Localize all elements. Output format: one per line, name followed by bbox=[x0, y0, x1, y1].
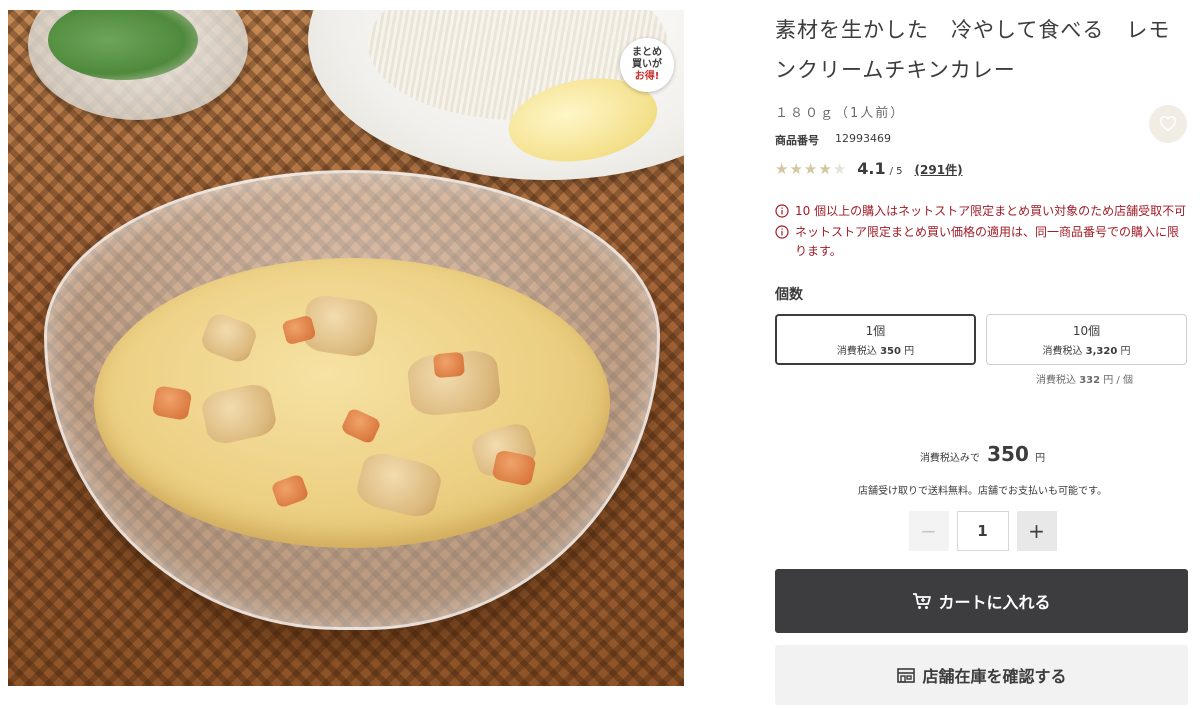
heart-icon bbox=[1159, 116, 1177, 132]
favorite-button[interactable] bbox=[1149, 105, 1187, 143]
star-empty-icon: ★ bbox=[832, 160, 848, 178]
badge-line-accent: お得! bbox=[634, 71, 660, 82]
option-price-value: 350 bbox=[880, 346, 901, 357]
quantity-option-1[interactable]: 1個 消費税込 350 円 bbox=[775, 314, 976, 365]
add-to-cart-label: カートに入れる bbox=[938, 593, 1051, 612]
option-price-unit: 円 bbox=[1120, 346, 1131, 357]
product-code-label: 商品番号 bbox=[775, 134, 819, 147]
per-unit-value: 332 bbox=[1079, 375, 1101, 386]
star-filled-icon: ★ bbox=[789, 160, 804, 178]
decrement-button[interactable]: − bbox=[908, 511, 949, 551]
check-store-stock-button[interactable]: 店舗在庫を確認する bbox=[775, 645, 1188, 705]
rating-score: 4.1 bbox=[857, 159, 886, 178]
option-price-prefix: 消費税込 bbox=[1042, 346, 1083, 357]
option-price-value: 3,320 bbox=[1085, 346, 1118, 357]
rating-row: ★★★★★ 4.1 / 5 (291件) bbox=[775, 159, 1190, 178]
star-filled-icon: ★ bbox=[803, 160, 819, 178]
badge-line: まとめ bbox=[632, 47, 662, 58]
star-filled-icon: ★ bbox=[818, 160, 833, 178]
rating-out-of: / 5 bbox=[889, 166, 903, 177]
review-count-link[interactable]: (291件) bbox=[915, 161, 963, 178]
bulk-deal-badge: まとめ 買いが お得! bbox=[620, 38, 674, 92]
option-price-unit: 円 bbox=[904, 346, 915, 357]
option-name: 1個 bbox=[865, 324, 886, 338]
add-to-cart-button[interactable]: カートに入れる bbox=[775, 569, 1188, 633]
per-unit-price: 消費税込 332 円 / 個 bbox=[775, 371, 1190, 386]
product-title: 素材を生かした 冷やして食べる レモンクリームチキンカレー bbox=[775, 18, 1171, 82]
quantity-stepper: − 1 + bbox=[775, 511, 1190, 551]
per-unit-suffix: 円 / 個 bbox=[1103, 375, 1133, 386]
carrot-piece bbox=[340, 407, 382, 445]
notice-text: 10 個以上の購入はネットストア限定まとめ買い対象のため店舗受取不可 bbox=[795, 204, 1187, 218]
pickup-note: 店舗受け取りで送料無料。店舗でお支払いも可能です。 bbox=[858, 486, 1107, 497]
cart-icon bbox=[913, 593, 932, 609]
quantity-input[interactable]: 1 bbox=[956, 511, 1009, 551]
chicken-chunk bbox=[199, 381, 279, 447]
carrot-piece bbox=[270, 473, 310, 509]
total-price: 消費税込みで 350 円 bbox=[775, 442, 1190, 466]
quantity-label: 個数 bbox=[775, 287, 803, 303]
product-info: 素材を生かした 冷やして食べる レモンクリームチキンカレー １８０ｇ（1人前） … bbox=[775, 10, 1190, 705]
product-code-row: 商品番号 12993469 bbox=[775, 132, 1190, 148]
product-code: 12993469 bbox=[835, 132, 891, 145]
chicken-chunk bbox=[198, 310, 260, 366]
check-store-stock-label: 店舗在庫を確認する bbox=[922, 667, 1067, 686]
notice-list: 10 個以上の購入はネットストア限定まとめ買い対象のため店舗受取不可 ネットスト… bbox=[775, 202, 1190, 261]
star-filled-icon: ★ bbox=[775, 160, 790, 178]
product-weight: １８０ｇ（1人前） bbox=[775, 106, 906, 121]
price-value: 350 bbox=[987, 442, 1029, 466]
notice-text: ネットストア限定まとめ買い価格の適用は、同一商品番号での購入に限ります。 bbox=[795, 225, 1180, 258]
info-icon bbox=[775, 225, 789, 239]
notice-item: ネットストア限定まとめ買い価格の適用は、同一商品番号での購入に限ります。 bbox=[775, 223, 1190, 261]
price-unit: 円 bbox=[1035, 453, 1046, 464]
notice-item: 10 個以上の購入はネットストア限定まとめ買い対象のため店舗受取不可 bbox=[775, 202, 1190, 221]
carrot-piece bbox=[433, 351, 465, 379]
info-icon bbox=[775, 204, 789, 218]
option-price-prefix: 消費税込 bbox=[836, 346, 877, 357]
product-image: まとめ 買いが お得! bbox=[8, 10, 684, 686]
curry-graphic bbox=[94, 258, 610, 548]
carrot-piece bbox=[151, 385, 193, 421]
quantity-option-10[interactable]: 10個 消費税込 3,320 円 bbox=[986, 314, 1187, 365]
quantity-options: 1個 消費税込 350 円 10個 消費税込 3,320 円 bbox=[775, 314, 1190, 365]
option-price: 消費税込 3,320 円 bbox=[1042, 342, 1130, 357]
badge-line: 買いが bbox=[632, 59, 662, 70]
price-prefix: 消費税込みで bbox=[919, 453, 980, 464]
increment-button[interactable]: + bbox=[1016, 511, 1057, 551]
store-icon bbox=[897, 668, 916, 683]
rating-stars: ★★★★★ bbox=[775, 160, 847, 178]
per-unit-prefix: 消費税込 bbox=[1036, 375, 1076, 386]
option-name: 10個 bbox=[1072, 324, 1101, 338]
option-price: 消費税込 350 円 bbox=[837, 342, 914, 357]
chicken-chunk bbox=[353, 449, 445, 521]
